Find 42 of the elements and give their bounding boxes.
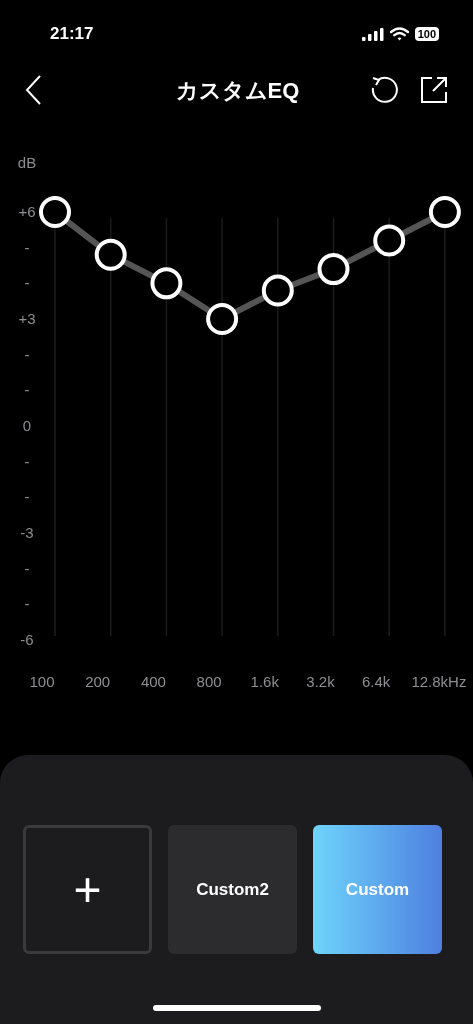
share-icon [419,75,449,105]
y-axis-label: - [24,488,30,506]
y-axis-label: - [24,559,30,577]
unit-label: dB [17,154,37,171]
frequency-label: 400 [140,673,166,690]
y-axis-label: -6 [20,631,34,648]
signal-icon [361,27,384,41]
battery-level: 100 [414,27,439,41]
y-axis-label: - [24,595,30,613]
frequency-label: 6.4k [362,673,391,690]
status-time: 21:17 [50,23,94,46]
reset-button[interactable] [369,75,399,105]
y-axis-label: 0 [22,417,32,434]
y-axis-label: -3 [20,524,34,541]
eq-handle[interactable] [373,224,406,257]
y-axis-label: - [24,345,30,363]
eq-handle[interactable] [206,303,239,335]
preset-button[interactable]: Custom2 [168,825,297,954]
eq-handle[interactable] [150,267,183,300]
add-preset-button[interactable]: + [23,825,152,954]
y-axis-label: - [24,452,30,470]
reset-icon [369,75,399,105]
y-axis-label: - [24,238,30,256]
eq-handle[interactable] [317,253,350,286]
frequency-label: 800 [196,673,222,690]
back-icon [24,74,42,106]
eq-handle[interactable] [39,196,71,228]
eq-handle[interactable] [428,196,461,228]
y-axis-label: +3 [18,310,36,327]
frequency-label: 200 [85,673,111,690]
eq-handle[interactable] [94,238,127,271]
page-title: カスタムEQ [175,76,300,105]
share-button[interactable] [419,75,449,105]
y-axis-label: +6 [18,203,36,220]
frequency-label: 1.6k [250,673,279,690]
eq-handle[interactable] [261,274,294,307]
frequency-label: 12.8kHz [411,673,467,690]
wifi-icon [389,27,409,41]
frequency-label: 100 [29,673,55,690]
y-axis-label: - [24,381,30,399]
frequency-label: 3.2k [306,673,335,690]
y-axis-label: - [24,274,30,292]
